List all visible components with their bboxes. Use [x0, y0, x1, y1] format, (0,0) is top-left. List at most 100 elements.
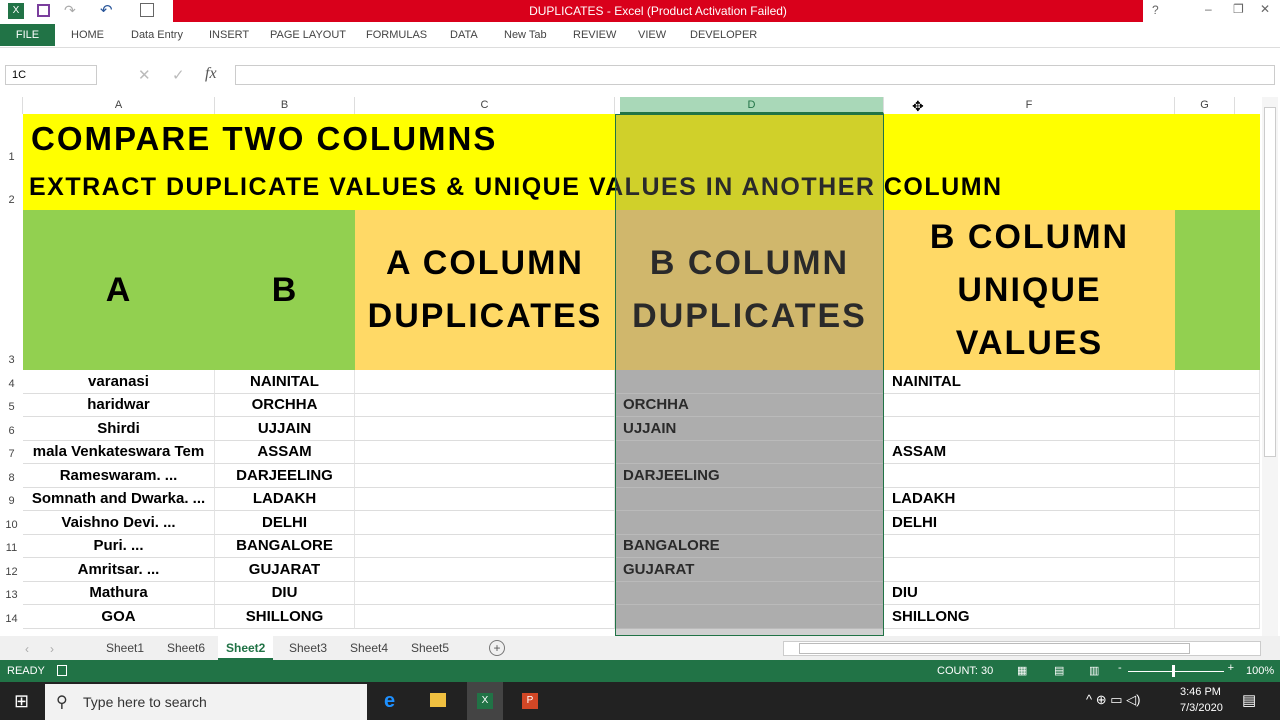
cell-g[interactable] [1175, 417, 1260, 441]
help-icon[interactable]: ? [1152, 3, 1159, 17]
cancel-icon[interactable]: ✕ [138, 66, 151, 84]
header-a[interactable]: A [23, 210, 215, 370]
macro-record-icon[interactable] [57, 665, 67, 676]
cell-c[interactable] [355, 487, 615, 511]
cell-g[interactable] [1175, 511, 1260, 535]
cell-d[interactable] [615, 370, 884, 394]
cell-f[interactable] [884, 393, 1175, 417]
sheet-tab-sheet6[interactable]: Sheet6 [167, 641, 205, 655]
cell-a[interactable]: varanasi [23, 370, 215, 394]
excel-taskbar-icon[interactable]: X [467, 682, 503, 720]
sheet-tab-sheet3[interactable]: Sheet3 [289, 641, 327, 655]
cell-d[interactable] [615, 511, 884, 535]
row-header[interactable]: 9 [0, 487, 23, 511]
cell-f[interactable]: NAINITAL [884, 370, 1175, 394]
tab-data[interactable]: DATA [450, 24, 478, 46]
zoom-slider[interactable]: - + [1118, 662, 1234, 677]
tab-home[interactable]: HOME [71, 24, 104, 46]
cell-f[interactable] [884, 464, 1175, 488]
header-b[interactable]: B [215, 210, 355, 370]
cell-c[interactable] [355, 558, 615, 582]
tab-new-tab[interactable]: New Tab [504, 24, 547, 46]
cell-c[interactable] [355, 605, 615, 629]
cell-b[interactable]: LADAKH [215, 487, 355, 511]
sheet-tab-sheet2[interactable]: Sheet2 [218, 636, 274, 660]
row-header[interactable]: 11 [0, 534, 23, 558]
cell-c[interactable] [355, 511, 615, 535]
row-header[interactable]: 4 [0, 370, 23, 394]
cell-d[interactable]: DARJEELING [615, 464, 884, 488]
cell-f[interactable]: ASSAM [884, 440, 1175, 464]
sheet-nav-prev-icon[interactable]: ‹ [25, 642, 29, 656]
cell-g[interactable] [1175, 440, 1260, 464]
cell-g[interactable] [1175, 370, 1260, 394]
cell-c[interactable] [355, 370, 615, 394]
cell-b[interactable]: DIU [215, 581, 355, 605]
sheet-tab-sheet1[interactable]: Sheet1 [106, 641, 144, 655]
column-header-b[interactable]: B [215, 97, 355, 114]
cell-b[interactable]: ASSAM [215, 440, 355, 464]
page-layout-view-icon[interactable]: ▤ [1054, 664, 1064, 677]
cell-d[interactable]: BANGALORE [615, 534, 884, 558]
cell-b[interactable]: DARJEELING [215, 464, 355, 488]
enter-icon[interactable]: ✓ [172, 66, 185, 84]
tab-data-entry[interactable]: Data Entry [131, 24, 183, 46]
tab-review[interactable]: REVIEW [573, 24, 616, 46]
row-header[interactable]: 5 [0, 393, 23, 417]
cell-f[interactable] [884, 534, 1175, 558]
cell-c[interactable] [355, 393, 615, 417]
column-header-c[interactable]: C [355, 97, 615, 114]
notifications-icon[interactable]: ▤ [1242, 691, 1256, 709]
windows-start-icon[interactable]: ⊞ [14, 691, 29, 712]
cell-f[interactable]: DIU [884, 581, 1175, 605]
header-c[interactable]: A COLUMN DUPLICATES [355, 210, 615, 370]
file-explorer-icon[interactable] [430, 693, 446, 707]
cell-f[interactable] [884, 417, 1175, 441]
cell-a[interactable]: Puri. ... [23, 534, 215, 558]
clock-time[interactable]: 3:46 PM [1180, 686, 1221, 698]
cell-b[interactable]: SHILLONG [215, 605, 355, 629]
cell-d[interactable] [615, 581, 884, 605]
tab-insert[interactable]: INSERT [209, 24, 249, 46]
header-d[interactable]: B COLUMN DUPLICATES [615, 210, 884, 370]
row-header[interactable]: 13 [0, 581, 23, 605]
cell-f[interactable] [884, 558, 1175, 582]
cell-a[interactable]: Rameswaram. ... [23, 464, 215, 488]
cell-a[interactable]: GOA [23, 605, 215, 629]
tab-view[interactable]: VIEW [638, 24, 666, 46]
row-header[interactable]: 6 [0, 417, 23, 441]
column-header-g[interactable]: G [1175, 97, 1235, 114]
cell-g[interactable] [1175, 487, 1260, 511]
cell-d[interactable]: UJJAIN [615, 417, 884, 441]
cell-b[interactable]: BANGALORE [215, 534, 355, 558]
cell-b[interactable]: NAINITAL [215, 370, 355, 394]
minimize-icon[interactable]: – [1205, 2, 1212, 16]
cell-g[interactable] [1175, 581, 1260, 605]
add-sheet-icon[interactable]: + [489, 640, 505, 656]
tab-developer[interactable]: DEVELOPER [690, 24, 757, 46]
edge-icon[interactable]: e [384, 690, 395, 713]
select-all[interactable] [0, 97, 23, 114]
cell-a[interactable]: Mathura [23, 581, 215, 605]
row-header[interactable]: 7 [0, 440, 23, 464]
cell-f[interactable]: DELHI [884, 511, 1175, 535]
zoom-level[interactable]: 100% [1246, 665, 1274, 677]
cell-a[interactable]: haridwar [23, 393, 215, 417]
tray-icons[interactable]: ^ ⊕ ▭ ◁) [1086, 692, 1140, 708]
column-header-d[interactable]: D [620, 97, 884, 114]
close-icon[interactable]: ✕ [1260, 2, 1270, 16]
cell-d[interactable]: GUJARAT [615, 558, 884, 582]
cell-g[interactable] [1175, 534, 1260, 558]
cell-b[interactable]: DELHI [215, 511, 355, 535]
clock-date[interactable]: 7/3/2020 [1180, 702, 1223, 714]
function-icon[interactable]: fx [205, 65, 217, 83]
cell-b[interactable]: ORCHHA [215, 393, 355, 417]
powerpoint-icon[interactable]: P [522, 693, 538, 709]
cell-a[interactable]: Vaishno Devi. ... [23, 511, 215, 535]
vertical-scrollbar[interactable] [1262, 97, 1278, 636]
name-box[interactable]: 1C [5, 65, 97, 85]
cell-f[interactable]: LADAKH [884, 487, 1175, 511]
header-f[interactable]: B COLUMN UNIQUE VALUES [884, 210, 1175, 370]
normal-view-icon[interactable]: ▦ [1017, 664, 1027, 677]
cell-g[interactable] [1175, 558, 1260, 582]
